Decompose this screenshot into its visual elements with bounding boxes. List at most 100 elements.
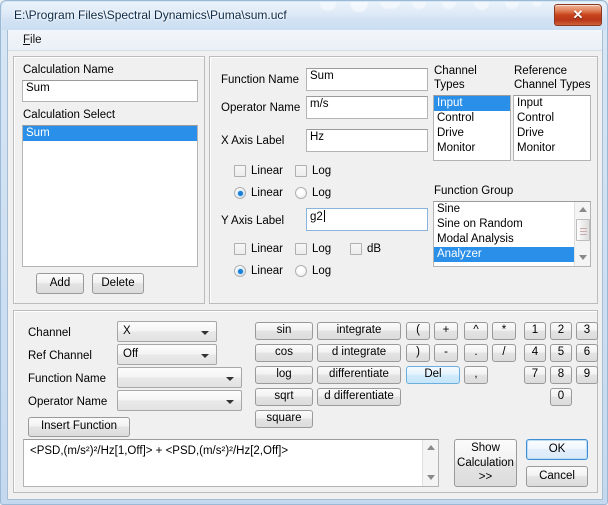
function-name-input[interactable]: Sum xyxy=(306,68,428,91)
show-calculation-button[interactable]: Show Calculation >> xyxy=(454,439,517,487)
sqrt-button[interactable]: sqrt xyxy=(255,388,313,406)
dot-button[interactable]: . xyxy=(464,344,488,362)
del-button[interactable]: Del xyxy=(406,366,460,384)
reference-channel-types-listbox[interactable]: Input Control Drive Monitor xyxy=(513,95,591,161)
plus-button[interactable]: + xyxy=(434,322,458,340)
differentiate-button[interactable]: differentiate xyxy=(317,366,401,384)
digit-7-button[interactable]: 7 xyxy=(524,366,546,384)
open-paren-button[interactable]: ( xyxy=(406,322,430,340)
calculation-name-input[interactable]: Sum xyxy=(22,80,198,102)
glass-highlight xyxy=(442,2,456,9)
scroll-up-icon[interactable] xyxy=(423,440,438,456)
y-linear-radio[interactable]: Linear xyxy=(234,265,283,277)
delete-button[interactable]: Delete xyxy=(92,273,144,294)
list-item[interactable]: Sum xyxy=(23,126,197,141)
x-log-radio[interactable]: Log xyxy=(295,187,331,199)
cos-button-label: cos xyxy=(275,346,293,359)
digit-4-button[interactable]: 4 xyxy=(524,344,546,362)
d-differentiate-button-label: d differentiate xyxy=(324,390,394,403)
calculation-group: Calculation Name Sum Calculation Select … xyxy=(13,56,205,304)
x-log-checkbox[interactable]: Log xyxy=(295,165,331,177)
calculation-select-listbox[interactable]: Sum xyxy=(22,125,198,267)
log-button[interactable]: log xyxy=(255,366,313,384)
digit-1-button[interactable]: 1 xyxy=(524,322,546,340)
glass-highlight xyxy=(505,2,519,9)
divide-button[interactable]: / xyxy=(492,344,516,362)
formula-builder-group: Channel X Ref Channel Off Function Name … xyxy=(13,310,598,493)
comma-button[interactable]: , xyxy=(464,366,488,384)
digit-6-button[interactable]: 6 xyxy=(576,344,598,362)
close-button[interactable]: ✕ xyxy=(554,4,602,26)
add-button[interactable]: Add xyxy=(36,273,84,294)
ok-button[interactable]: OK xyxy=(526,439,588,460)
checkbox-icon xyxy=(350,243,362,255)
operator-name-value: m/s xyxy=(310,98,329,110)
ref-channel-combo-value: Off xyxy=(123,348,139,360)
digit-2-button[interactable]: 2 xyxy=(550,322,572,340)
builder-operator-name-combo[interactable] xyxy=(117,390,242,411)
y-db-checkbox[interactable]: dB xyxy=(350,243,381,255)
function-group-listbox[interactable]: Sine Sine on Random Modal Analysis Analy… xyxy=(433,201,591,267)
ref-channel-combo[interactable]: Off xyxy=(117,344,217,365)
y-log-checkbox[interactable]: Log xyxy=(295,243,331,255)
formula-textarea[interactable]: <PSD,(m/s²)²/Hz[1,Off]> + <PSD,(m/s²)²/H… xyxy=(23,439,439,487)
menu-item-file[interactable]: File xyxy=(18,33,47,47)
scroll-down-icon[interactable] xyxy=(575,250,590,266)
radio-icon xyxy=(234,265,246,277)
integrate-button-label: integrate xyxy=(336,324,382,337)
reference-channel-types-label-line1: Reference xyxy=(514,65,568,77)
digit-0-button[interactable]: 0 xyxy=(550,388,572,406)
cancel-button[interactable]: Cancel xyxy=(526,466,588,487)
digit-8-button[interactable]: 8 xyxy=(550,366,572,384)
channel-types-listbox[interactable]: Input Control Drive Monitor xyxy=(433,95,511,161)
caret-button[interactable]: ^ xyxy=(464,322,488,340)
list-item[interactable]: Monitor xyxy=(434,141,510,156)
x-linear-checkbox[interactable]: Linear xyxy=(234,165,283,177)
formula-scrollbar[interactable] xyxy=(422,440,438,486)
d-differentiate-button[interactable]: d differentiate xyxy=(317,388,401,406)
function-group-label: Function Group xyxy=(434,185,514,197)
digit-9-label: 9 xyxy=(583,368,591,381)
minus-button[interactable]: - xyxy=(434,344,458,362)
list-item[interactable]: Input xyxy=(434,96,510,111)
multiply-button[interactable]: * xyxy=(492,322,516,340)
list-item[interactable]: Control xyxy=(514,111,590,126)
list-item[interactable]: Drive xyxy=(434,126,510,141)
y-linear-radio-label: Linear xyxy=(251,265,283,277)
operator-name-input[interactable]: m/s xyxy=(306,96,428,119)
list-item[interactable]: Sine xyxy=(434,202,577,217)
calculation-select-label: Calculation Select xyxy=(23,109,116,121)
scroll-down-icon[interactable] xyxy=(423,470,438,486)
builder-function-name-combo[interactable] xyxy=(117,367,242,388)
add-button-label: Add xyxy=(49,276,71,289)
y-axis-label-input[interactable]: g2 xyxy=(306,208,428,231)
close-paren-button[interactable]: ) xyxy=(406,344,430,362)
window-frame: E:\Program Files\Spectral Dynamics\Puma\… xyxy=(0,0,608,505)
x-linear-radio[interactable]: Linear xyxy=(234,187,283,199)
digit-9-button[interactable]: 9 xyxy=(576,366,598,384)
list-item[interactable]: Modal Analysis xyxy=(434,232,577,247)
d-integrate-button[interactable]: d integrate xyxy=(317,344,401,362)
list-item[interactable]: Input xyxy=(514,96,590,111)
sin-button[interactable]: sin xyxy=(255,322,313,340)
y-log-radio[interactable]: Log xyxy=(295,265,331,277)
square-button[interactable]: square xyxy=(255,410,313,428)
scroll-up-icon[interactable] xyxy=(575,202,590,218)
list-item[interactable]: Drive xyxy=(514,126,590,141)
cos-button[interactable]: cos xyxy=(255,344,313,362)
integrate-button[interactable]: integrate xyxy=(317,322,401,340)
list-item[interactable]: Control xyxy=(434,111,510,126)
function-name-value: Sum xyxy=(310,70,334,82)
y-linear-checkbox[interactable]: Linear xyxy=(234,243,283,255)
list-item[interactable]: Sine on Random xyxy=(434,217,577,232)
digit-3-button[interactable]: 3 xyxy=(576,322,598,340)
y-axis-label-value: g2 xyxy=(310,211,323,223)
digit-5-button[interactable]: 5 xyxy=(550,344,572,362)
scrollbar-thumb[interactable] xyxy=(576,219,590,241)
list-item[interactable]: Analyzer xyxy=(434,247,577,262)
channel-combo[interactable]: X xyxy=(117,321,217,342)
insert-function-button[interactable]: Insert Function xyxy=(28,417,130,437)
x-axis-label-input[interactable]: Hz xyxy=(306,129,428,152)
function-group-scrollbar[interactable] xyxy=(574,202,590,266)
list-item[interactable]: Monitor xyxy=(514,141,590,156)
